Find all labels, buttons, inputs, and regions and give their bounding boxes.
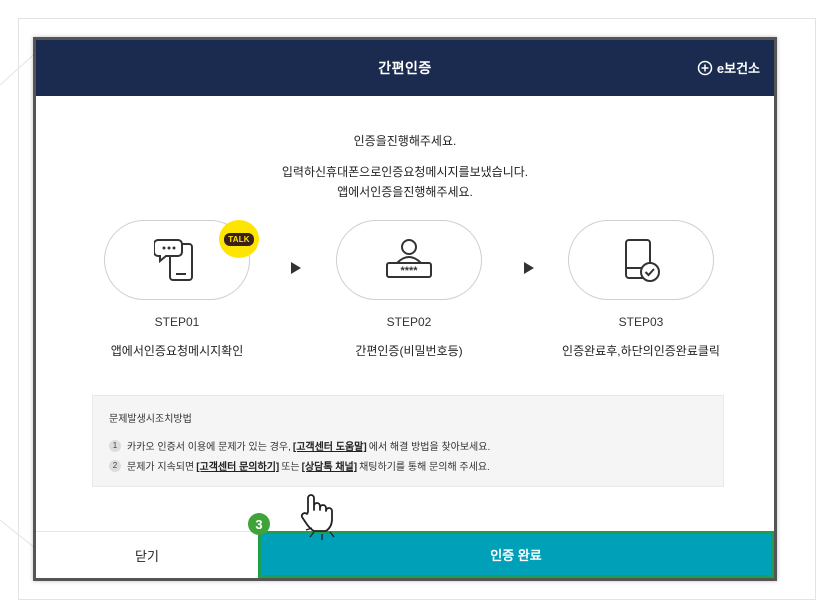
help-item-text: 카카오 인증서 이용에 문제가 있는 경우, — [127, 442, 291, 453]
talk-label: TALK — [224, 232, 254, 246]
arrow-right-icon — [291, 262, 301, 274]
chat-channel-link[interactable]: [상담톡 채널] — [302, 458, 357, 473]
help-item-text: 에서 해결 방법을 찾아보세요. — [368, 442, 491, 453]
step-3-label: STEP03 — [618, 315, 664, 329]
intro-heading: 인증을진행해주세요. — [353, 134, 457, 148]
modal-header: 간편인증 e보건소 — [36, 40, 774, 96]
help-item-number: 1 — [109, 439, 121, 452]
help-center-link[interactable]: [고객센터 도움말] — [293, 438, 367, 453]
user-password-icon: **** — [386, 239, 432, 278]
help-item-2: 2 문제가 지속되면 [고객센터 문의하기] 또는 [상담톡 채널] 채팅하기를… — [109, 458, 490, 473]
step-1-desc: 앱에서인증요청메시지확인 — [110, 344, 244, 358]
help-item-text: 또는 — [281, 462, 300, 473]
intro-line-1: 입력하신휴대폰으로인증요청메시지를보냈습니다. — [281, 165, 529, 179]
hand-pointer-icon — [300, 494, 335, 540]
inquiry-link[interactable]: [고객센터 문의하기] — [196, 458, 279, 473]
modal-title: 간편인증 — [378, 60, 432, 76]
help-item-text: 채팅하기를 통해 문의해 주세요. — [359, 462, 490, 473]
phone-chat-icon — [154, 239, 193, 281]
help-item-number: 2 — [109, 459, 121, 472]
intro-line-2: 앱에서인증을진행해주세요. — [337, 185, 473, 199]
help-box: 문제발생시조치방법 1 카카오 인증서 이용에 문제가 있는 경우, [고객센터… — [92, 395, 724, 487]
step-1-label: STEP01 — [154, 315, 200, 329]
step-2-card: **** — [336, 220, 482, 300]
auth-modal: 간편인증 e보건소 인증을진행해주세요. 입력하신휴대폰으로인증요청메시지를보냈… — [33, 37, 777, 581]
step-2-desc: 간편인증(비밀번호등) — [355, 344, 463, 358]
step-3-card — [568, 220, 714, 300]
brand-logo: e보건소 — [697, 58, 760, 77]
brand-name: e보건소 — [716, 61, 760, 76]
step-number-badge: 3 — [248, 513, 270, 535]
kakao-talk-badge: TALK — [219, 220, 259, 258]
close-button[interactable]: 닫기 — [36, 531, 258, 578]
help-title: 문제발생시조치방법 — [109, 414, 192, 425]
password-mask: **** — [400, 265, 418, 277]
arrow-right-icon — [524, 262, 534, 274]
house-plus-icon — [697, 60, 713, 75]
help-item-text: 문제가 지속되면 — [127, 462, 195, 473]
step-2-label: STEP02 — [386, 315, 432, 329]
help-item-1: 1 카카오 인증서 이용에 문제가 있는 경우, [고객센터 도움말] 에서 해… — [109, 438, 490, 453]
step-3-desc: 인증완료후,하단의인증완료클릭 — [562, 344, 720, 358]
phone-check-icon — [625, 239, 660, 282]
